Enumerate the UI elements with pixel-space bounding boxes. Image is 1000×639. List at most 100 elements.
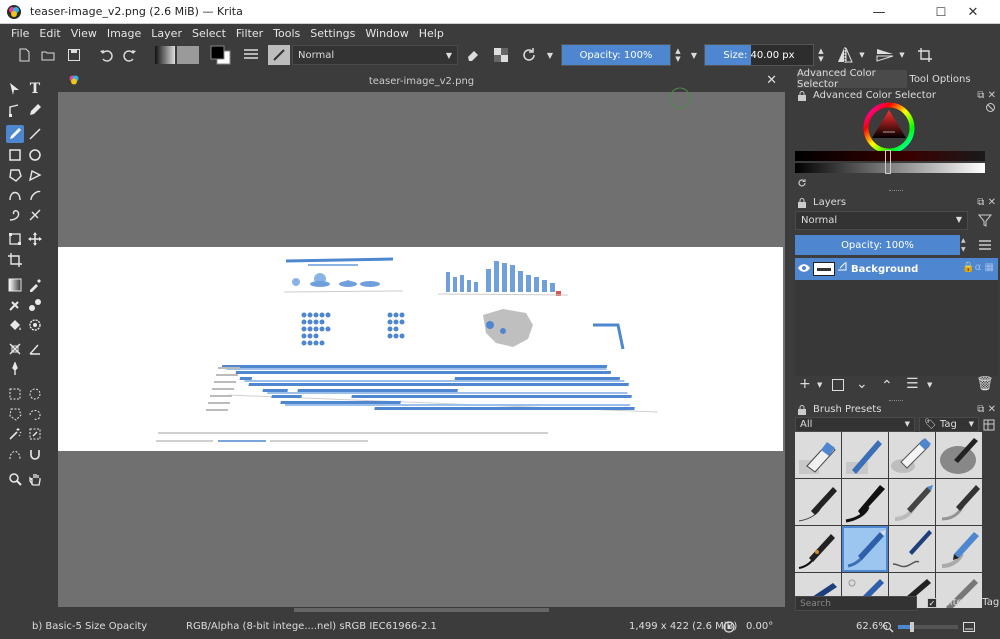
color-slider-handle[interactable] — [885, 150, 891, 174]
open-folder-icon[interactable] — [38, 45, 58, 65]
tab-tool-options[interactable]: Tool Options — [909, 70, 971, 88]
menu-file[interactable]: File — [6, 27, 34, 40]
panel-float-close-icons[interactable]: ⧉ ✕ — [977, 404, 996, 415]
menu-view[interactable]: View — [66, 27, 102, 40]
menu-layer[interactable]: Layer — [146, 27, 187, 40]
chevron-down-icon[interactable]: ▼ — [688, 45, 700, 65]
brush-search-input[interactable]: Search — [795, 596, 917, 611]
blend-mode-select[interactable]: Normal ▼ — [292, 45, 458, 65]
tag-button[interactable]: 🏷 Tag ▼ — [919, 417, 979, 432]
measure-icon[interactable] — [26, 340, 44, 358]
filter-funnel-icon[interactable] — [978, 213, 992, 227]
menu-window[interactable]: Window — [360, 27, 413, 40]
eraser-icon[interactable] — [462, 45, 484, 65]
canvas-area[interactable]: teaser-image_v2.png ✕ — [58, 70, 785, 610]
freehand-brush-icon[interactable] — [6, 125, 24, 143]
color-wheel-triangle[interactable] — [863, 102, 915, 154]
close-window-button[interactable]: ✕ — [950, 0, 996, 24]
scrollbar-thumb[interactable] — [294, 608, 549, 612]
colorize-mask-icon[interactable] — [6, 296, 24, 314]
brush-preset-eraser-soft[interactable] — [889, 432, 935, 478]
polygonal-selection-icon[interactable] — [6, 405, 24, 423]
chevron-down-icon[interactable]: ▼ — [858, 45, 866, 65]
delete-layer-icon[interactable]: 🗑 — [976, 376, 994, 392]
layer-opacity-spin-buttons[interactable]: ▲ ▼ — [961, 236, 969, 254]
zoom-icon[interactable] — [6, 470, 24, 488]
panel-splitter[interactable] — [889, 190, 903, 192]
color-picker-icon[interactable] — [26, 276, 44, 294]
edit-shapes-icon[interactable] — [6, 101, 24, 119]
refresh-icon[interactable] — [797, 178, 807, 188]
move-layer-up-icon[interactable]: ⌃ — [881, 378, 893, 394]
chevron-down-icon[interactable]: ▼ — [898, 45, 906, 65]
lock-icon[interactable] — [797, 404, 807, 415]
hamburger-menu-icon[interactable] — [979, 240, 991, 250]
brush-preset-pencil[interactable] — [795, 479, 841, 525]
wrap-around-icon[interactable] — [914, 45, 936, 65]
freehand-path-icon[interactable] — [26, 186, 44, 204]
status-colorspace[interactable]: RGB/Alpha (8-bit intege....nel) sRGB IEC… — [186, 621, 437, 632]
alpha-lock-icon[interactable] — [490, 45, 512, 65]
brush-preset-marker[interactable] — [842, 479, 888, 525]
mirror-vertical-icon[interactable] — [874, 45, 896, 65]
transform-icon[interactable] — [6, 230, 24, 248]
chevron-down-icon[interactable]: ▼ — [544, 45, 556, 65]
duplicate-layer-icon[interactable] — [832, 379, 844, 391]
brush-preset-icon[interactable] — [268, 45, 290, 65]
pan-hand-icon[interactable] — [26, 470, 44, 488]
brush-view-options-icon[interactable] — [983, 419, 995, 431]
ellipse-tool-icon[interactable] — [26, 146, 44, 164]
canvas-only-icon[interactable] — [962, 620, 976, 634]
chevron-down-icon[interactable]: ▼ — [817, 381, 822, 389]
zoom-out-icon[interactable] — [882, 621, 894, 633]
crop-icon[interactable] — [6, 251, 24, 269]
menu-image[interactable]: Image — [102, 27, 146, 40]
layer-row-background[interactable]: Background 🔒α ▦ — [795, 258, 998, 280]
foreground-background-color-icon[interactable] — [208, 45, 234, 65]
redo-icon[interactable] — [120, 45, 140, 65]
size-spin-buttons[interactable]: ▲ ▼ — [816, 45, 826, 65]
move-icon[interactable] — [26, 230, 44, 248]
magnetic-selection-icon[interactable] — [26, 445, 44, 463]
bezier-curve-icon[interactable] — [6, 186, 24, 204]
close-document-icon[interactable]: ✕ — [766, 73, 777, 88]
menu-filter[interactable]: Filter — [231, 27, 268, 40]
panel-float-close-icons[interactable]: ⧉ ✕ — [977, 90, 996, 101]
smart-patch-icon[interactable] — [26, 296, 44, 314]
gradient-tool-icon[interactable] — [6, 276, 24, 294]
menu-select[interactable]: Select — [187, 27, 231, 40]
add-layer-icon[interactable]: + — [799, 376, 811, 392]
freehand-selection-icon[interactable] — [26, 405, 44, 423]
mirror-horizontal-icon[interactable] — [834, 45, 856, 65]
tab-advanced-color-selector[interactable]: Advanced Color Selector — [797, 68, 907, 90]
undo-icon[interactable] — [96, 45, 116, 65]
panel-float-close-icons[interactable]: ⧉ ✕ — [977, 197, 996, 208]
elliptical-selection-icon[interactable] — [26, 385, 44, 403]
layer-blend-mode-select[interactable]: Normal ▼ — [795, 211, 968, 230]
select-shapes-icon[interactable] — [6, 80, 24, 98]
brush-preset-eraser[interactable] — [795, 432, 841, 478]
menu-edit[interactable]: Edit — [34, 27, 65, 40]
zoom-slider-handle[interactable] — [910, 622, 914, 632]
magic-wand-icon[interactable] — [6, 425, 24, 443]
brush-preset-blender[interactable] — [889, 479, 935, 525]
eye-visible-icon[interactable] — [798, 263, 810, 273]
save-icon[interactable] — [64, 45, 84, 65]
rotation-icon[interactable] — [722, 620, 736, 634]
brush-preset-pen-ink[interactable] — [795, 526, 841, 572]
bezier-selection-icon[interactable] — [6, 445, 24, 463]
brush-preset-wet-paint[interactable] — [889, 526, 935, 572]
size-slider[interactable]: Size: 40.00 px — [704, 44, 814, 66]
rectangular-selection-icon[interactable] — [6, 385, 24, 403]
opacity-spin-buttons[interactable]: ▲ ▼ — [673, 45, 683, 65]
layer-lock-alpha-icons[interactable]: 🔒α ▦ — [962, 262, 994, 273]
filter-in-tag-checkbox[interactable]: ✓ — [927, 598, 937, 608]
settings-icon[interactable] — [985, 102, 996, 113]
gradient-preset-icon[interactable] — [154, 45, 200, 65]
move-layer-down-icon[interactable]: ⌄ — [856, 376, 868, 392]
lock-icon[interactable] — [797, 197, 807, 208]
new-document-icon[interactable] — [14, 45, 34, 65]
polyline-tool-icon[interactable] — [26, 166, 44, 184]
menu-help[interactable]: Help — [414, 27, 449, 40]
brush-preset-ink-dark[interactable] — [936, 432, 982, 478]
